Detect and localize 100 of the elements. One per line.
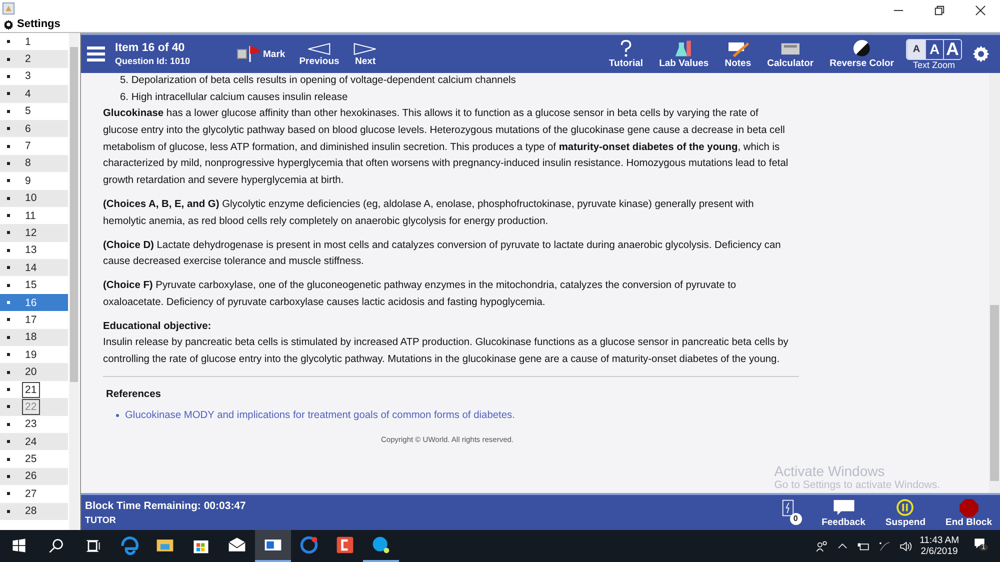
flag-icon <box>248 45 262 63</box>
bullet-icon <box>6 179 10 182</box>
bullet-icon <box>6 214 10 218</box>
bullet-icon <box>6 110 10 113</box>
end-button[interactable]: End Block <box>946 498 992 528</box>
question-id: Question Id: 1010 <box>115 56 192 66</box>
reverse-button[interactable]: Reverse Color <box>830 39 894 69</box>
bullet-icon <box>6 474 10 478</box>
notification-badge: 0 <box>790 512 802 524</box>
search-icon[interactable] <box>47 537 65 555</box>
question-list-item[interactable]: 12 <box>0 224 68 242</box>
bullet-icon <box>6 370 10 374</box>
question-list-item[interactable]: 18 <box>0 328 68 346</box>
scrollbar[interactable] <box>989 73 1000 493</box>
bullet-icon <box>6 405 10 408</box>
bullet-icon <box>6 492 10 496</box>
app-icon <box>2 2 15 14</box>
suspend-button[interactable]: Suspend <box>885 498 926 528</box>
bullet-icon <box>6 40 10 44</box>
close-icon[interactable] <box>975 4 986 16</box>
question-list-item[interactable]: 26 <box>0 468 68 486</box>
block-timer: Block Time Remaining: 00:03:47 <box>85 500 246 512</box>
menu-icon[interactable] <box>87 46 105 62</box>
notes-button[interactable]: Notes <box>724 39 752 69</box>
clock[interactable]: 11:43 AM 2/6/2019 <box>920 535 959 557</box>
calculator-button[interactable]: Calculator <box>767 39 814 69</box>
text-zoom-button[interactable]: A <box>907 40 925 58</box>
explanation-paragraph: (Choice D) Lactate dehydrogenase is present in most cells and catalyzes conversion of pyruvate to lactate during anaerobic glycolysis. Deficiency can cause decreased exercise tolerance and muscle stiffness. <box>103 238 782 270</box>
settings-label[interactable]: Settings <box>17 18 60 30</box>
explanation-paragraph: (Choice F) Pyruvate carboxylase, one of the gluconeogenetic pathway enzymes in the mitochondria, catalyzes the conversion of pyruvate to oxaloacetate. Deficiency of pyruvate carboxylase causes lactic acidosis and fasting hypoglycemia. <box>103 279 738 310</box>
restore-icon[interactable] <box>934 4 945 16</box>
question-list-item[interactable]: 6 <box>0 120 68 138</box>
mode-label: TUTOR <box>85 515 117 525</box>
bullet-icon <box>6 58 10 61</box>
bullet-icon <box>6 92 10 96</box>
question-list-item[interactable]: 14 <box>0 259 68 276</box>
bullet-icon <box>6 301 10 304</box>
bullet-icon <box>6 248 10 252</box>
taskbar-app[interactable] <box>255 530 291 562</box>
question-list-item[interactable]: 4 <box>0 85 68 103</box>
bullet-icon <box>6 266 10 270</box>
bullet-icon <box>6 388 10 391</box>
browser-icon <box>119 535 139 555</box>
list-step: 6. High intracellular calcium causes insulin release <box>120 90 989 106</box>
text-zoom-button[interactable]: A <box>943 40 961 58</box>
feedback-button[interactable]: Feedback <box>822 498 866 528</box>
reference-link[interactable]: Glucokinase MODY and implications for treatment goals of common forms of diabetes. <box>125 410 515 422</box>
bullet-icon <box>6 162 10 165</box>
bullet-icon <box>6 284 10 287</box>
start-icon[interactable] <box>10 537 28 555</box>
item-counter: Item 16 of 40 <box>115 42 186 54</box>
question-list-item[interactable]: 28 <box>0 502 68 520</box>
bullet-icon <box>6 74 10 78</box>
next-button[interactable]: Next <box>353 42 378 66</box>
bullet-icon <box>6 196 10 200</box>
list-step: 5. Depolarization of beta cells results in opening of voltage-dependent calcium channels <box>120 73 989 90</box>
volume-icon[interactable] <box>898 540 912 552</box>
lab-button[interactable]: Lab Values <box>659 39 709 69</box>
question-list-item[interactable]: 10 <box>0 190 68 207</box>
objective-text: Insulin release by pancreatic beta cells is stimulated by increased ATP production. Glucokinase functions as a glucose sensor in pancreatic beta cells by controlling the rate of glucose entry into the glycolytic pathway. Mutations in the glucokinase gene are a cause of maturity-onset diabetes of the young. <box>103 336 790 367</box>
question-list-item[interactable]: 24 <box>0 432 68 450</box>
task-view-icon[interactable] <box>84 537 102 555</box>
previous-button[interactable]: Previous <box>299 42 340 66</box>
left-arrow-icon <box>307 42 332 56</box>
chat-app-icon <box>371 535 391 555</box>
notes-icon[interactable] <box>782 498 794 516</box>
bullet-icon <box>6 127 10 130</box>
mark-checkbox[interactable] <box>237 49 247 59</box>
question-list-item[interactable]: 2 <box>0 50 68 68</box>
mark-button[interactable]: Mark <box>237 45 286 63</box>
scrollbar[interactable] <box>69 33 79 530</box>
wifi-icon[interactable] <box>878 540 891 552</box>
app-icon <box>335 535 355 555</box>
question-list-item[interactable]: 20 <box>0 363 68 381</box>
activation-text: Go to Settings to activate Windows. <box>774 479 940 491</box>
bullet-icon <box>6 458 10 461</box>
bullet-icon <box>6 440 10 444</box>
right-arrow-icon <box>353 42 378 56</box>
circle-app-icon <box>299 535 319 555</box>
bullet-icon <box>6 336 10 339</box>
bullet-icon <box>116 414 119 418</box>
bullet-icon <box>6 422 10 426</box>
text-zoom-button[interactable]: A <box>925 40 943 58</box>
references-heading: References <box>106 388 162 402</box>
bullet-icon <box>6 353 10 356</box>
bullet-icon <box>6 231 10 234</box>
explanation-paragraph: (Choices A, B, E, and G) Glycolytic enzyme deficiencies (eg, aldolase A, enolase, phosphofructokinase, pyruvate kinase) generally present with hemolytic anemia, as red blood cells rely completely on anaerobic glycolysis for energy production. <box>103 198 755 229</box>
notification-icon[interactable] <box>973 537 986 550</box>
question-list-item[interactable]: 8 <box>0 154 68 172</box>
people-icon[interactable] <box>814 540 828 552</box>
settings-icon[interactable] <box>3 18 14 30</box>
bullet-icon <box>6 510 10 513</box>
tutorial-button[interactable]: Tutorial <box>608 39 644 69</box>
bullet-icon <box>6 318 10 322</box>
bullet-icon <box>6 144 10 148</box>
explanation-paragraph: Glucokinase has a lower glucose affinity than other hexokinases. This allows it to function as a glucose sensor in beta cells by varying the rate of glucose entry into the glycolytic pathway based on blood glucose levels. Heterozygous mutations of the glucokinase gene cause a decrease in beta cell metabolism of glucose, less ATP formation, and diminished insulin secretion. This produces a type of maturity-onset diabetes of the young, which is characterized by mild, nonprogressive hyperglycemia that often worsens with pregnancy-induced insulin resistance. Homozygous mutations lead to fetal growth retardation and severe hyperglycemia at birth. <box>103 107 790 188</box>
question-list-item[interactable]: 16 <box>0 294 68 312</box>
text-zoom-label: Text Zoom <box>912 60 955 70</box>
settings-icon[interactable] <box>972 45 990 63</box>
activation-title: Activate Windows <box>774 463 886 479</box>
